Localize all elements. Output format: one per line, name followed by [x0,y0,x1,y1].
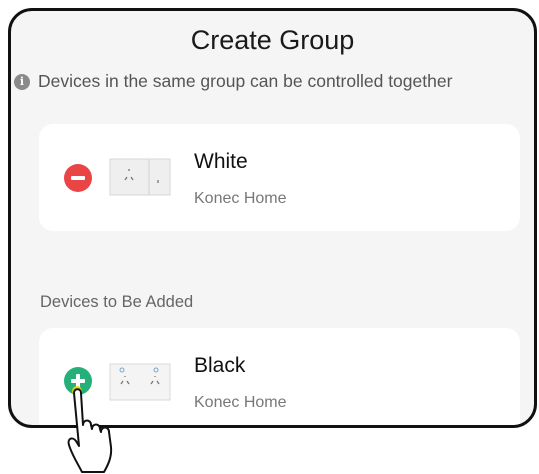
phone-screen: Create Group i Devices in the same group… [8,8,537,428]
white-socket-icon [109,158,171,196]
device-name: White [194,150,248,173]
page-title: Create Group [190,25,355,55]
info-text: Devices in the same group can be control… [38,71,453,91]
device-name: Black [194,354,246,377]
info-hint: i Devices in the same group can be contr… [14,71,452,92]
tap-hand-icon [67,386,113,473]
device-home: Konec Home [194,190,287,207]
group-device-card: White Konec Home [39,124,520,231]
info-icon: i [14,73,30,90]
device-home: Konec Home [194,394,287,411]
remove-device-button[interactable] [64,164,92,192]
section-label: Devices to Be Added [40,293,194,311]
